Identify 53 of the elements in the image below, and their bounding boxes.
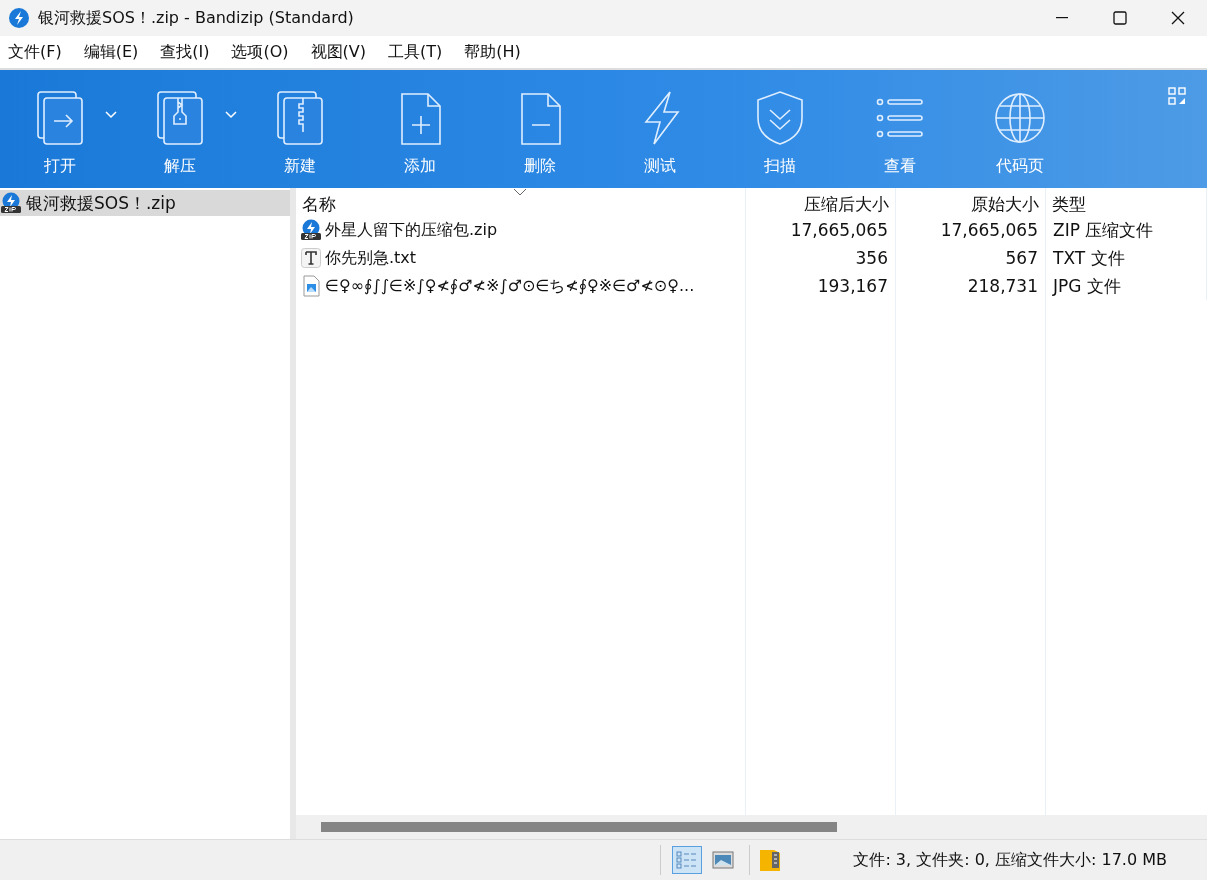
table-cell: TXT 文件 [1046, 244, 1207, 272]
archive-name: 银河救援SOS！.zip [26, 191, 176, 215]
table-cell: 17,665,065 [896, 216, 1046, 244]
sort-caret-icon [513, 188, 527, 196]
details-view-icon [676, 850, 698, 870]
caret-icon[interactable] [104, 110, 118, 120]
file-name-cell[interactable]: 你先别急.txt [296, 244, 746, 272]
menu-item[interactable]: 视图(V) [304, 41, 372, 63]
menu-item[interactable]: 帮助(H) [458, 41, 527, 63]
folder-archive-icon[interactable] [758, 847, 782, 873]
menu-item[interactable]: 文件(F) [2, 41, 68, 63]
table-cell: JPG 文件 [1046, 272, 1207, 300]
toolbar-button[interactable]: 添加 [360, 70, 480, 188]
table-cell: 218,731 [896, 272, 1046, 300]
file-name-cell[interactable]: 外星人留下的压缩包.zip [296, 216, 746, 244]
minimize-icon [1056, 17, 1068, 19]
toolbar-button[interactable]: 删除 [480, 70, 600, 188]
toolbar-button[interactable]: 打开 [0, 70, 120, 188]
column-header[interactable]: 原始大小 [896, 188, 1046, 220]
table-cell: 17,665,065 [746, 216, 896, 244]
file-name: 你先别急.txt [325, 247, 417, 269]
scrollbar-thumb[interactable] [321, 822, 837, 832]
status-text: 文件: 3, 文件夹: 0, 压缩文件大小: 17.0 MB [853, 849, 1167, 871]
table-cell: 567 [896, 244, 1046, 272]
zip-archive-icon [0, 192, 22, 214]
table-cell: ZIP 压缩文件 [1046, 216, 1207, 244]
layout-grid-icon[interactable] [1167, 86, 1187, 106]
menu-item[interactable]: 查找(I) [154, 41, 216, 63]
caret-icon[interactable] [224, 110, 238, 120]
image-file-icon [300, 275, 322, 297]
file-name: ∈♀∞∮∫∫∈※∫♀≮∮♂≮※∫♂⊙∈ち≮∮♀※∈♂≮⊙♀... [325, 275, 695, 297]
view-mode-button[interactable] [672, 846, 702, 874]
zip-archive-icon [300, 219, 322, 241]
sidebar-item[interactable]: 银河救援SOS！.zip [0, 190, 290, 216]
horizontal-scrollbar[interactable] [296, 815, 1207, 839]
close-icon [1171, 11, 1185, 25]
column-header[interactable]: 压缩后大小 [746, 188, 896, 220]
menu-item[interactable]: 工具(T) [382, 41, 449, 63]
file-name-cell[interactable]: ∈♀∞∮∫∫∈※∫♀≮∮♂≮※∫♂⊙∈ち≮∮♀※∈♂≮⊙♀... [296, 272, 746, 300]
file-name: 外星人留下的压缩包.zip [325, 219, 498, 241]
picture-icon [712, 851, 734, 869]
maximize-icon [1113, 11, 1127, 25]
toolbar-button[interactable]: 解压 [120, 70, 240, 188]
toolbar-button[interactable]: 测试 [600, 70, 720, 188]
toolbar-button[interactable]: 新建 [240, 70, 360, 188]
text-file-icon [300, 247, 322, 269]
table-cell: 193,167 [746, 272, 896, 300]
column-header[interactable]: 类型 [1046, 188, 1207, 220]
menu-item[interactable]: 编辑(E) [77, 41, 145, 63]
app-logo-icon [8, 7, 30, 29]
table-cell: 356 [746, 244, 896, 272]
window-title: 银河救援SOS！.zip - Bandizip (Standard) [38, 7, 355, 29]
menu-item[interactable]: 选项(O) [225, 41, 295, 63]
